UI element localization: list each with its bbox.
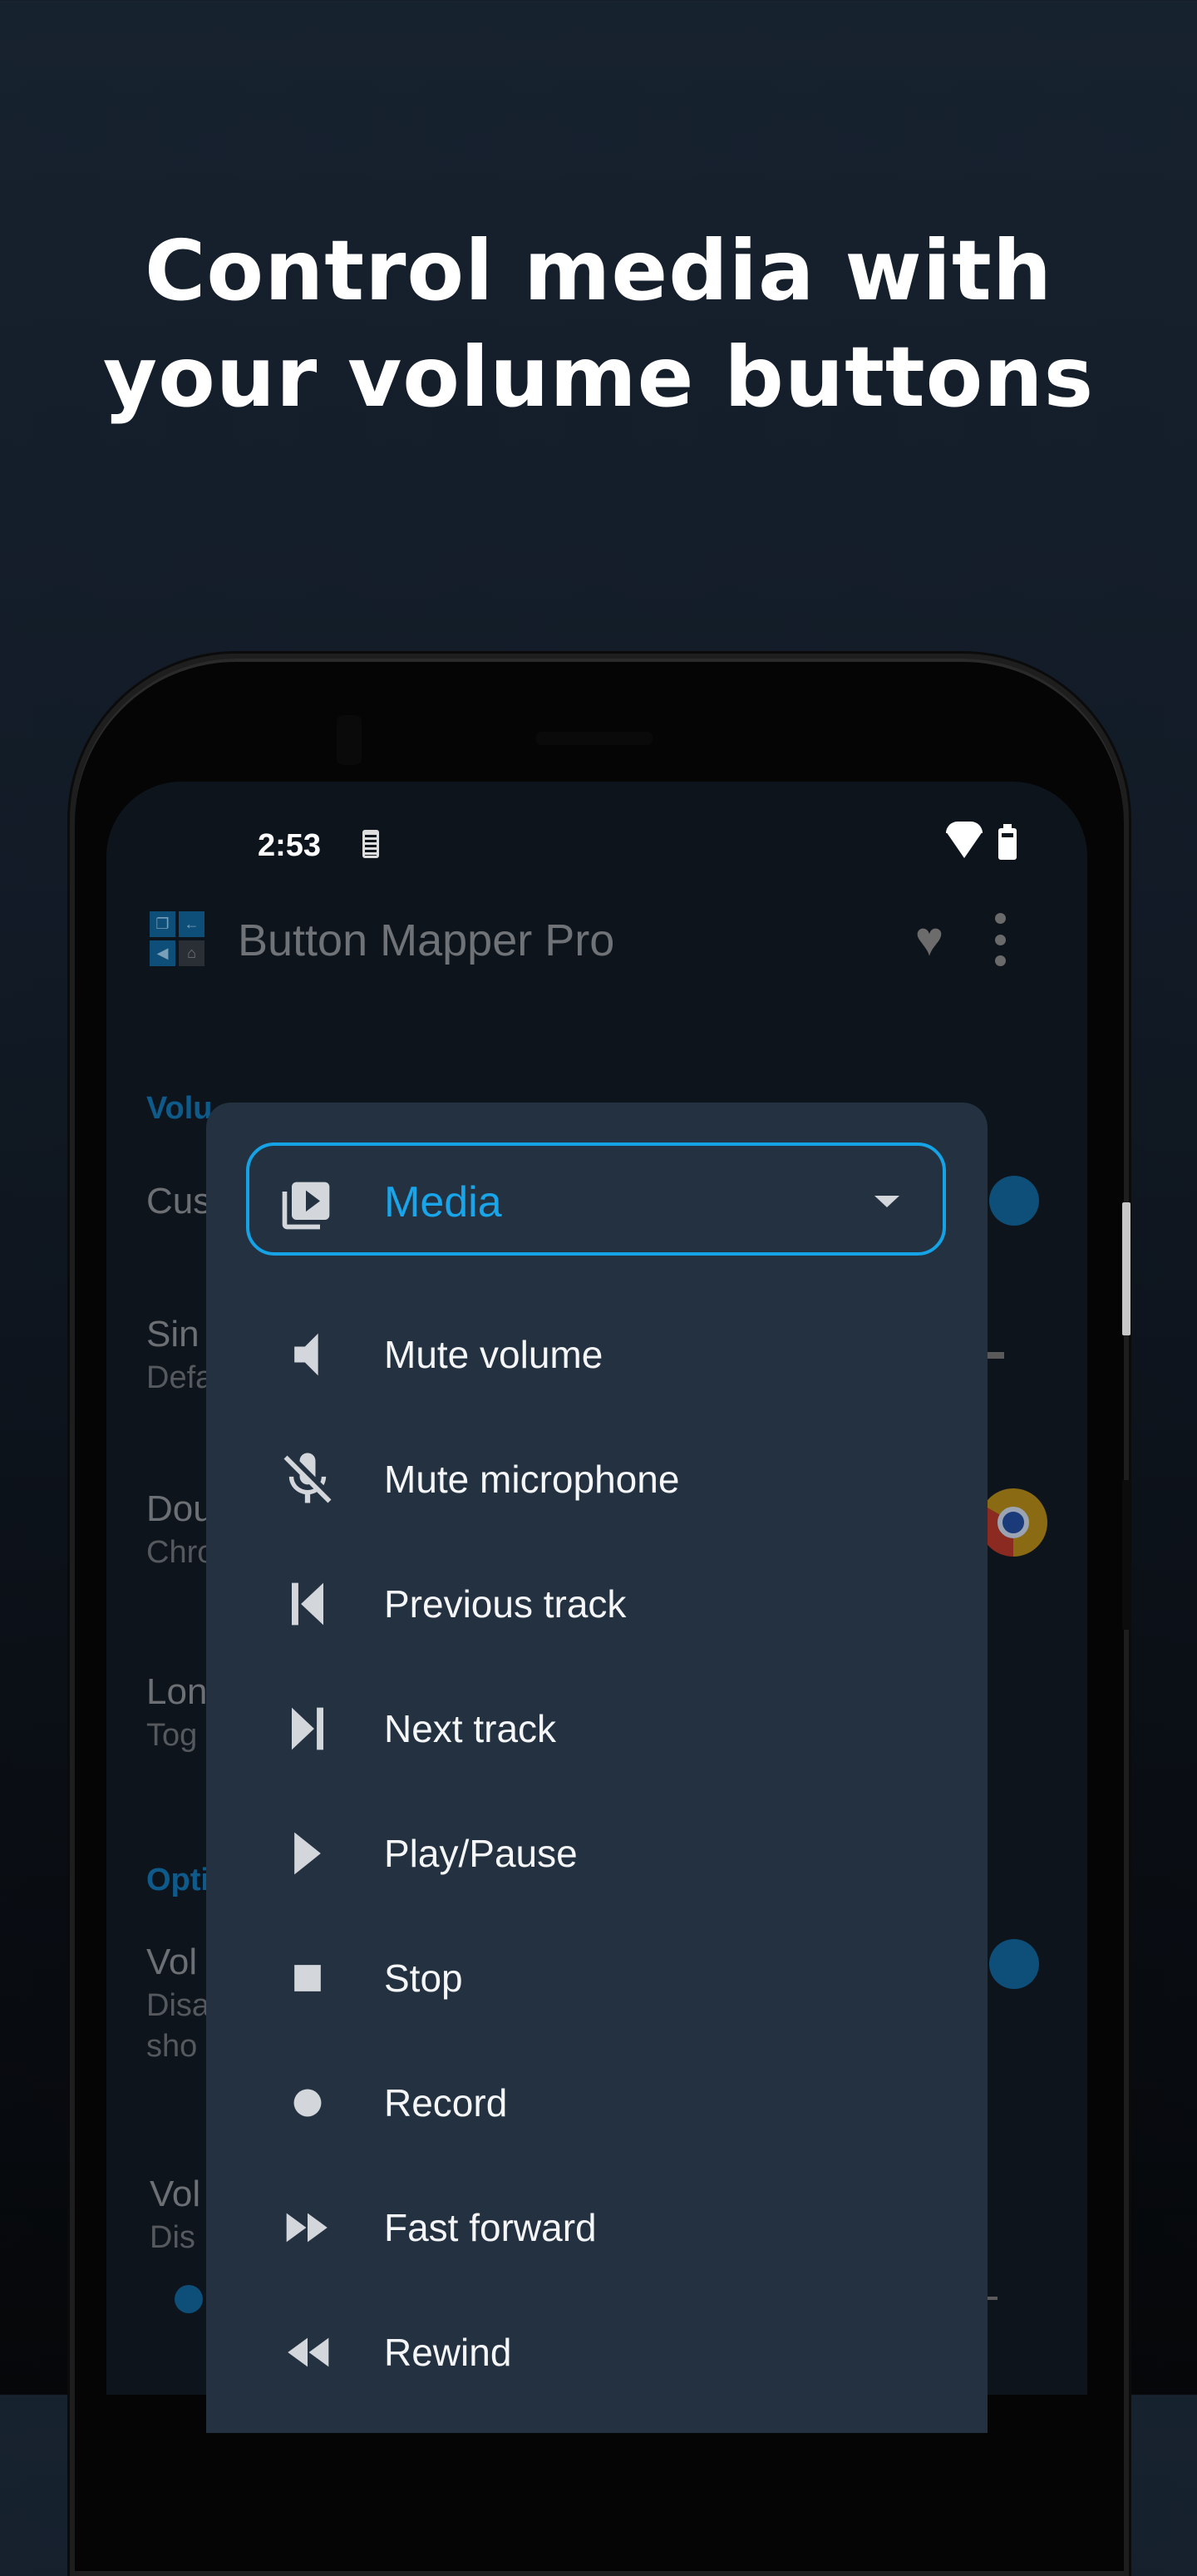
- play-icon: [294, 1832, 321, 1875]
- phone-volume-button: [1122, 1480, 1130, 1630]
- list-item-subtitle-2: sho: [146, 2029, 198, 2064]
- list-item-customize[interactable]: Cus: [146, 1181, 211, 1222]
- list-item-subtitle: Defa: [146, 1360, 214, 1395]
- action-next-track[interactable]: Next track: [206, 1666, 988, 1791]
- skip-previous-icon: [292, 1582, 323, 1626]
- list-item-title: Lon: [146, 1671, 208, 1712]
- action-label: Mute microphone: [384, 1458, 680, 1501]
- list-item-option-1[interactable]: Vol Disa sho: [146, 1942, 209, 2065]
- action-fast-forward[interactable]: Fast forward: [206, 2165, 988, 2290]
- list-item-long-press[interactable]: Lon Tog: [146, 1671, 207, 1754]
- list-item-subtitle: Chro: [146, 1535, 215, 1570]
- list-item-subtitle: Dis: [150, 2220, 195, 2255]
- list-item-single-tap[interactable]: Sin Defa: [146, 1314, 213, 1396]
- action-mute-microphone[interactable]: Mute microphone: [206, 1417, 988, 1542]
- action-label: Previous track: [384, 1582, 627, 1626]
- rewind-icon: [288, 2337, 329, 2367]
- action-label: Mute volume: [384, 1333, 603, 1376]
- list-item-title: Dou: [146, 1488, 214, 1529]
- category-header-options: Opti: [146, 1863, 209, 1897]
- action-mute-volume[interactable]: Mute volume: [206, 1292, 988, 1417]
- chevron-down-icon: [874, 1196, 899, 1207]
- mic-off-icon: [283, 1453, 332, 1503]
- list-item-title: Cus: [146, 1181, 212, 1221]
- front-camera: [337, 715, 362, 765]
- action-label: Next track: [384, 1707, 557, 1750]
- action-picker-dialog: Media Mute volume Mute microphone Previo…: [206, 1103, 988, 2433]
- headline-line-2: your volume buttons: [102, 328, 1095, 426]
- skip-next-icon: [292, 1707, 323, 1750]
- list-item-title: Vol: [150, 2174, 201, 2214]
- fast-forward-icon: [286, 2213, 328, 2243]
- list-item-option-2[interactable]: Vol Dis: [150, 2174, 200, 2256]
- headline: Control media with your volume buttons: [0, 218, 1197, 431]
- video-library-icon: [282, 1182, 330, 1230]
- category-header-volume: Volu: [146, 1091, 213, 1126]
- list-item-title: Sin: [146, 1314, 200, 1355]
- chrome-icon: [979, 1488, 1047, 1557]
- dropdown-selected-value: Media: [384, 1178, 502, 1226]
- action-previous-track[interactable]: Previous track: [206, 1542, 988, 1666]
- action-label: Fast forward: [384, 2206, 597, 2249]
- earpiece-speaker: [536, 732, 653, 745]
- list-item-subtitle: Tog: [146, 1718, 198, 1753]
- volume-mute-icon: [294, 1333, 318, 1376]
- action-label: Record: [384, 2081, 508, 2124]
- toggle-switch[interactable]: [989, 1176, 1039, 1226]
- action-play-pause[interactable]: Play/Pause: [206, 1791, 988, 1916]
- action-label: Stop: [384, 1957, 463, 2000]
- slider-thumb[interactable]: [175, 2285, 203, 2313]
- headline-line-1: Control media with: [144, 222, 1053, 319]
- phone-power-button: [1122, 1202, 1130, 1335]
- action-label: Play/Pause: [384, 1832, 578, 1875]
- stop-icon: [294, 1965, 321, 1991]
- category-dropdown[interactable]: Media: [246, 1142, 946, 1256]
- action-rewind[interactable]: Rewind: [206, 2290, 988, 2415]
- action-record[interactable]: Record: [206, 2041, 988, 2165]
- record-icon: [293, 2089, 322, 2117]
- list-item-subtitle: Disa: [146, 1988, 210, 2023]
- action-stop[interactable]: Stop: [206, 1916, 988, 2041]
- list-item-double-tap[interactable]: Dou Chro: [146, 1488, 214, 1571]
- list-item-title: Vol: [146, 1942, 198, 1982]
- toggle-switch[interactable]: [989, 1939, 1039, 1989]
- action-label: Rewind: [384, 2331, 512, 2374]
